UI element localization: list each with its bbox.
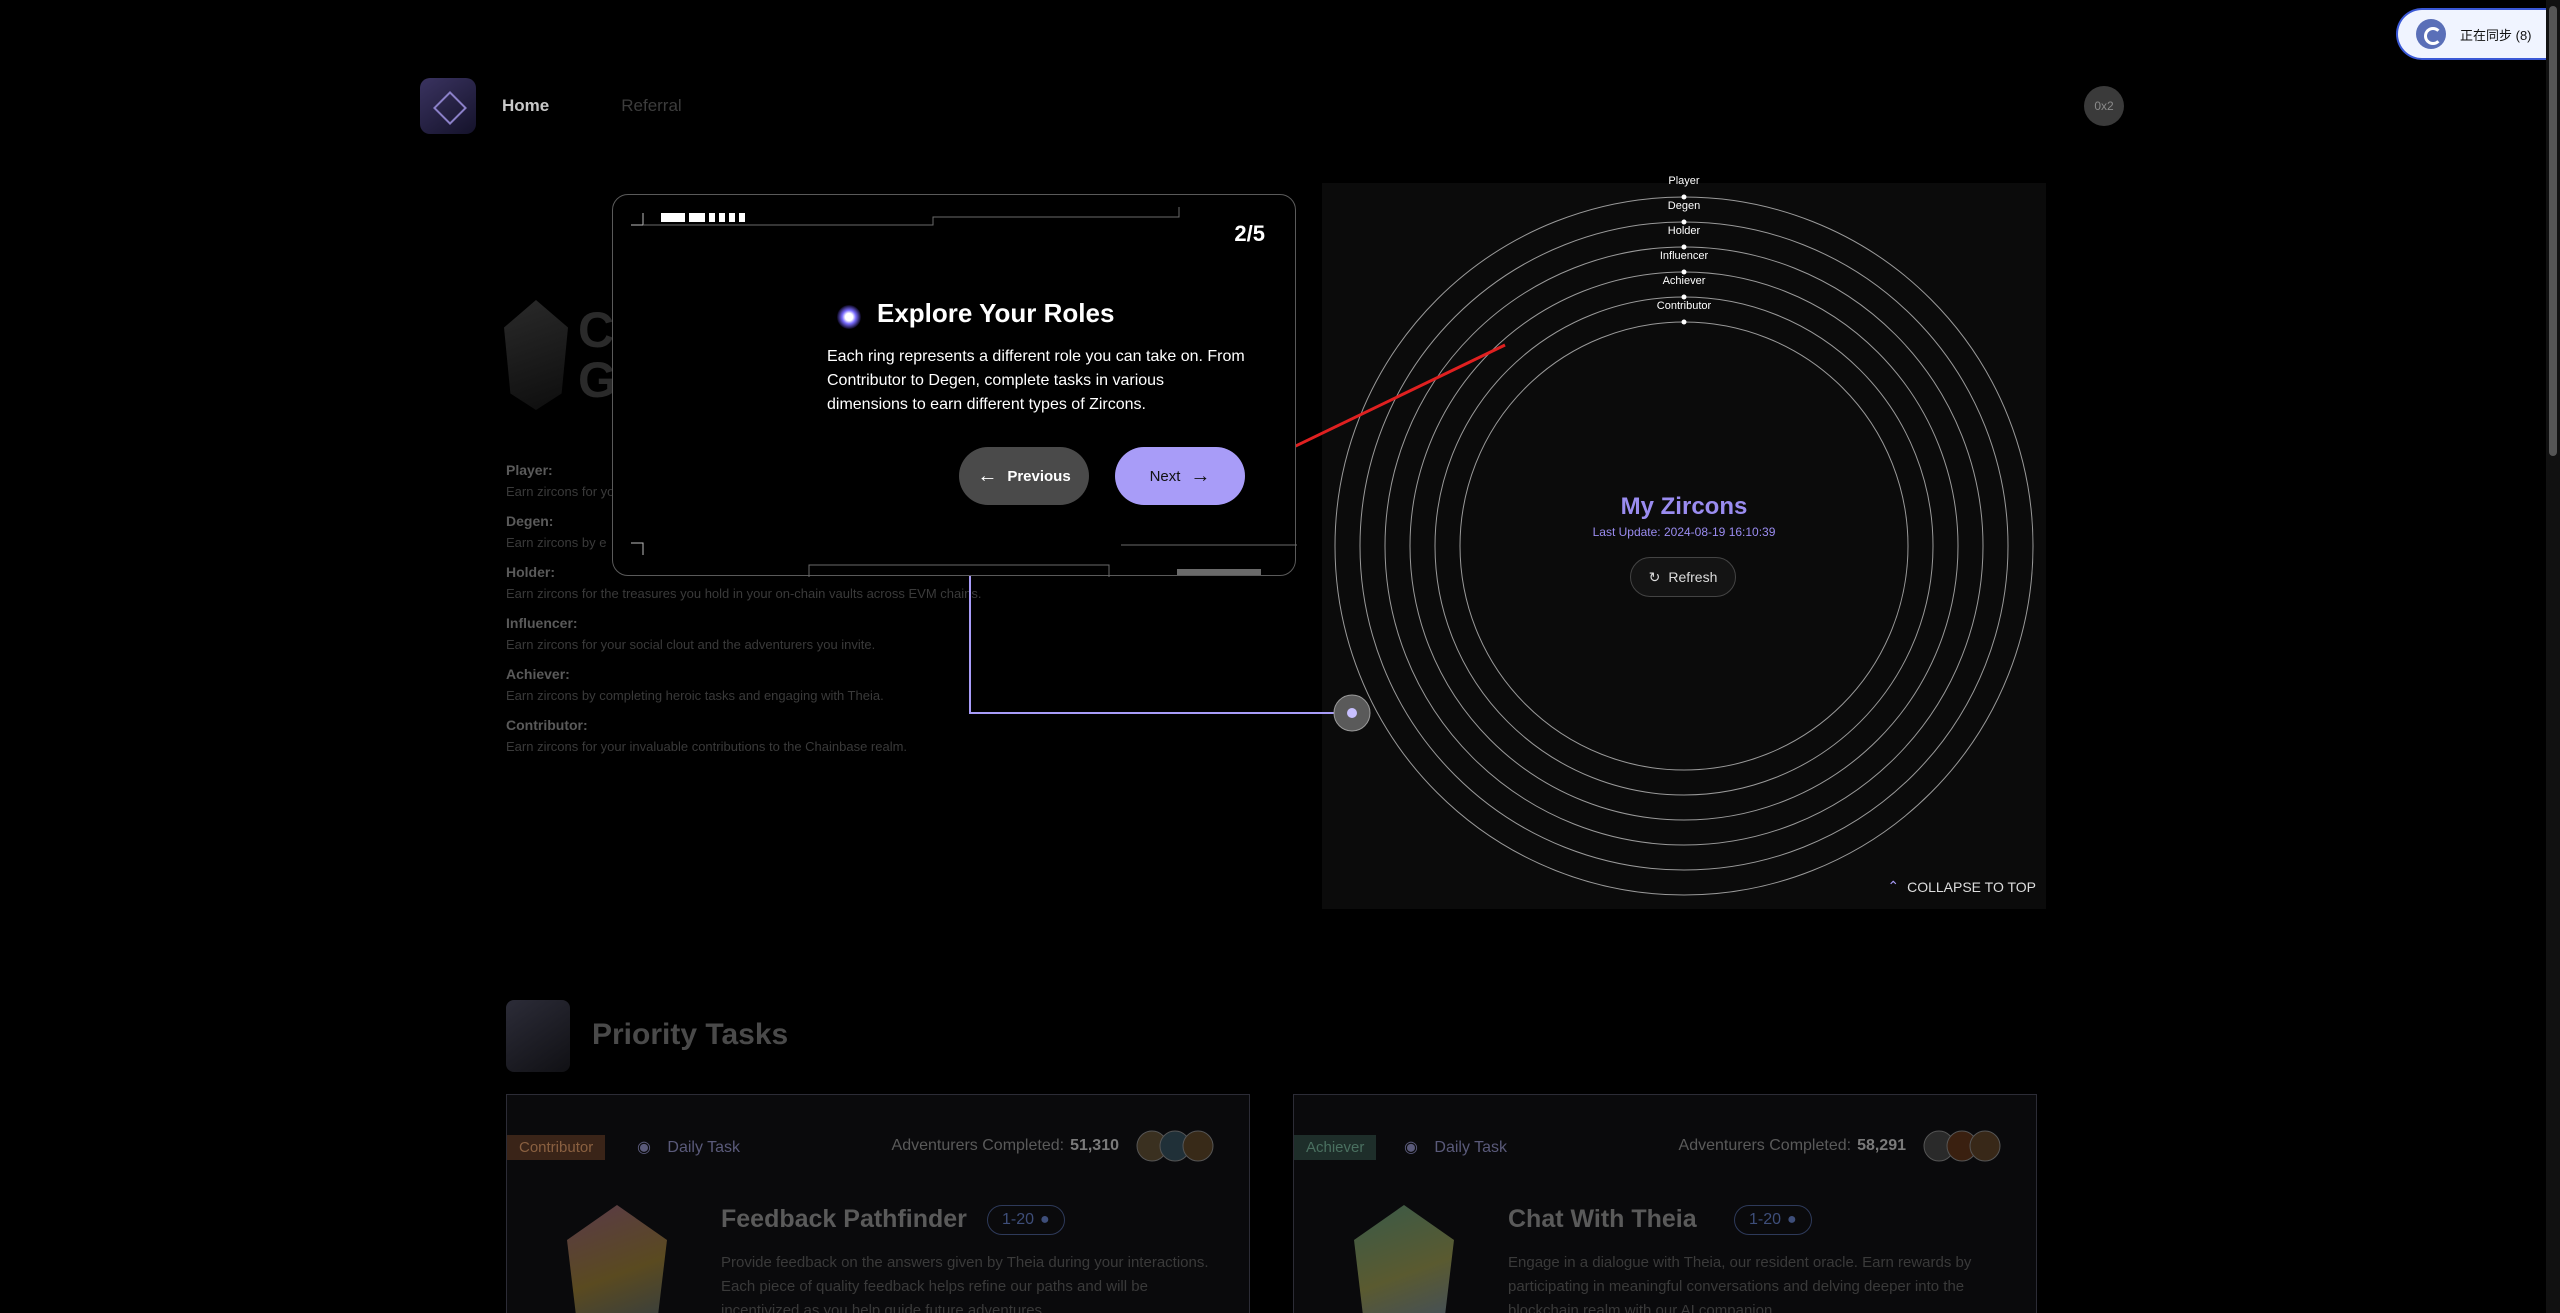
tutorial-anchor-dot bbox=[1347, 708, 1357, 718]
scrollbar-thumb[interactable] bbox=[2549, 6, 2557, 456]
frame-corner-top-left bbox=[631, 213, 644, 226]
progress-bar-segment bbox=[689, 213, 705, 222]
progress-bar-segment bbox=[739, 213, 745, 222]
tutorial-connector-line bbox=[969, 560, 1352, 714]
next-label: Next bbox=[1149, 467, 1181, 485]
glow-dot-icon bbox=[837, 305, 861, 329]
progress-bar-segment bbox=[661, 213, 685, 222]
frame-bottom-line-left bbox=[808, 564, 1110, 577]
page: Home Referral 0x2 C G Player: Earn zirco… bbox=[0, 0, 2560, 1313]
sync-label: 正在同步 (8) bbox=[2460, 27, 2532, 43]
arrow-right-icon: → bbox=[1190, 464, 1211, 487]
modal-title: Explore Your Roles bbox=[877, 298, 1115, 328]
frame-corner-bottom-left bbox=[631, 542, 644, 555]
next-button[interactable]: Next → bbox=[1115, 447, 1245, 505]
arrow-left-icon: ← bbox=[977, 464, 998, 487]
previous-label: Previous bbox=[1007, 467, 1071, 485]
modal-bottom-accent bbox=[1177, 569, 1261, 575]
sync-icon bbox=[2416, 19, 2446, 49]
progress-bars bbox=[661, 213, 745, 222]
step-counter: 2/5 bbox=[1234, 221, 1265, 246]
progress-bar-segment bbox=[719, 213, 725, 222]
progress-bar-segment bbox=[709, 213, 715, 222]
modal-description: Each ring represents a different role yo… bbox=[827, 348, 1245, 413]
sync-status-pill[interactable]: 正在同步 (8) bbox=[2396, 8, 2560, 60]
tutorial-modal: 2/5 Explore Your Roles Each ring represe… bbox=[612, 194, 1297, 577]
previous-button[interactable]: ← Previous bbox=[959, 447, 1089, 505]
scrollbar[interactable] bbox=[2546, 0, 2560, 1313]
progress-bar-segment bbox=[729, 213, 735, 222]
